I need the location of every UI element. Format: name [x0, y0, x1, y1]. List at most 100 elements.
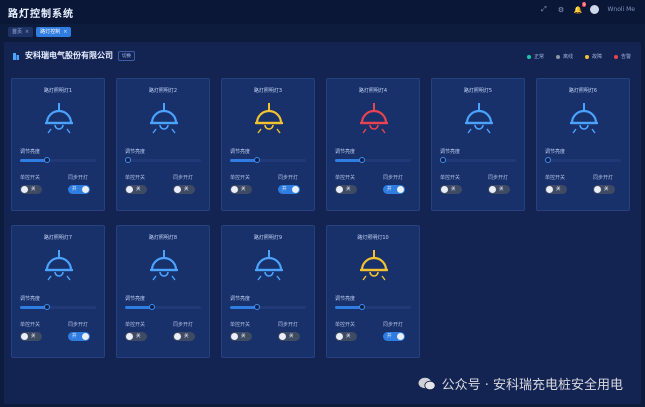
sync-switch-toggle[interactable]: 开	[383, 185, 405, 194]
toggle-text: 关	[346, 187, 351, 192]
sync-switch-toggle[interactable]: 关	[488, 185, 510, 194]
sync-switch-label: 同步开灯	[383, 322, 404, 328]
slider-fill	[230, 306, 257, 309]
main-panel: 安科瑞电气股份有限公司 切换 正常 离线 故障 告警 路灯照明灯1 调节亮度 单控开…	[4, 42, 641, 404]
slider-knob[interactable]	[44, 157, 50, 163]
brightness-slider[interactable]	[125, 304, 201, 310]
toggle-knob	[174, 333, 181, 340]
switch-button[interactable]: 切换	[118, 50, 135, 61]
lamp-name: 路灯照明灯9	[253, 235, 283, 241]
sync-switch-toggle[interactable]: 关	[173, 185, 195, 194]
brightness-slider[interactable]	[335, 304, 411, 310]
slider-knob[interactable]	[359, 304, 365, 310]
close-icon[interactable]: ×	[63, 27, 67, 37]
legend-fault: 故障	[584, 53, 602, 60]
lamp-card: 路灯照明灯2 调节亮度 单控开关 同步开灯关 关	[116, 78, 210, 211]
building-icon	[12, 52, 20, 60]
lamp-card: 路灯照明灯3 调节亮度 单控开关 同步开灯关 开	[221, 78, 315, 211]
sync-switch-toggle[interactable]: 关	[278, 332, 300, 341]
toggle-text: 关	[556, 187, 561, 192]
single-switch-toggle[interactable]: 关	[545, 185, 567, 194]
lamp-name: 路灯照明灯7	[43, 235, 73, 241]
single-switch-label: 单控开关	[230, 175, 251, 181]
lamp-name: 路灯照明灯2	[148, 88, 178, 94]
sync-switch-label: 同步开灯	[68, 322, 89, 328]
avatar[interactable]	[590, 5, 600, 14]
lamp-name: 路灯照明灯4	[358, 88, 388, 94]
toggle-text: 开	[72, 187, 77, 192]
fullscreen-icon[interactable]: ⤢	[539, 5, 548, 14]
toggle-knob	[231, 186, 238, 193]
lamp-card: 路灯照明灯9 调节亮度单控开关 同步开灯关 关	[221, 225, 315, 358]
brightness-label: 调节亮度	[230, 296, 251, 302]
single-switch-toggle[interactable]: 关	[125, 185, 147, 194]
brightness-slider[interactable]	[440, 157, 516, 163]
lamp-name: 路灯照明灯5	[463, 88, 493, 94]
lamp-icon	[567, 101, 601, 135]
single-switch-label: 单控开关	[230, 322, 251, 328]
slider-knob[interactable]	[149, 304, 155, 310]
sync-switch-label: 同步开灯	[593, 175, 614, 181]
toggle-text: 开	[387, 334, 392, 339]
slider-knob[interactable]	[440, 157, 446, 163]
slider-knob[interactable]	[125, 157, 131, 163]
toggle-text: 关	[289, 334, 294, 339]
sync-switch-toggle[interactable]: 开	[383, 332, 405, 341]
toggle-knob	[546, 186, 553, 193]
single-switch-toggle[interactable]: 关	[335, 185, 357, 194]
lamp-card: 路灯照明灯8 调节亮度 单控开关 同步开灯关 关	[116, 225, 210, 358]
brightness-slider[interactable]	[230, 157, 306, 163]
toggle-text: 关	[136, 334, 141, 339]
sync-switch-label: 同步开灯	[278, 322, 299, 328]
toggle-text: 开	[72, 334, 77, 339]
toggle-text: 关	[184, 334, 189, 339]
toggle-text: 关	[31, 187, 36, 192]
company-name: 安科瑞电气股份有限公司	[25, 51, 113, 60]
lamp-icon	[42, 248, 76, 282]
single-switch-toggle[interactable]: 关	[335, 332, 357, 341]
slider-knob[interactable]	[545, 157, 551, 163]
sync-switch-toggle[interactable]: 关	[593, 185, 615, 194]
slider-knob[interactable]	[359, 157, 365, 163]
tab-home[interactable]: 首页 ×	[8, 27, 34, 37]
tab-streetlight-control[interactable]: 路灯控制 ×	[36, 27, 72, 37]
toggle-text: 关	[31, 334, 36, 339]
brightness-slider[interactable]	[230, 304, 306, 310]
lamp-icon	[42, 101, 76, 135]
brightness-slider[interactable]	[20, 157, 96, 163]
lamp-card: 路灯照明灯10 调节亮度 单控开关 同步开灯关 开	[326, 225, 420, 358]
slider-knob[interactable]	[254, 304, 260, 310]
sync-switch-toggle[interactable]: 开	[278, 185, 300, 194]
single-switch-toggle[interactable]: 关	[230, 332, 252, 341]
single-switch-toggle[interactable]: 关	[440, 185, 462, 194]
single-switch-toggle[interactable]: 关	[20, 332, 42, 341]
lamp-name: 路灯照明灯1	[43, 88, 73, 94]
lamp-icon	[252, 101, 286, 135]
slider-knob[interactable]	[44, 304, 50, 310]
notification-icon[interactable]: 🔔 9	[573, 2, 587, 14]
settings-icon[interactable]: ⚙	[556, 5, 565, 14]
toggle-knob	[231, 333, 238, 340]
toggle-knob	[336, 333, 343, 340]
close-icon[interactable]: ×	[25, 27, 29, 37]
lamp-name: 路灯照明灯8	[148, 235, 178, 241]
toggle-text: 关	[241, 334, 246, 339]
brightness-slider[interactable]	[545, 157, 621, 163]
brightness-slider[interactable]	[125, 157, 201, 163]
toggle-text: 关	[241, 187, 246, 192]
single-switch-toggle[interactable]: 关	[20, 185, 42, 194]
slider-fill	[230, 159, 257, 162]
sync-switch-toggle[interactable]: 关	[173, 332, 195, 341]
single-switch-toggle[interactable]: 关	[125, 332, 147, 341]
toggle-knob	[82, 333, 89, 340]
sync-switch-toggle[interactable]: 开	[68, 332, 90, 341]
single-switch-toggle[interactable]: 关	[230, 185, 252, 194]
sync-switch-toggle[interactable]: 开	[68, 185, 90, 194]
brightness-slider[interactable]	[335, 157, 411, 163]
brightness-slider[interactable]	[20, 304, 96, 310]
user-name[interactable]: Wnoli Me	[607, 6, 635, 13]
top-bar: 路灯控制系统 ⤢ ⚙ 🔔 9 Wnoli Me	[0, 0, 645, 24]
slider-knob[interactable]	[254, 157, 260, 163]
toggle-text: 开	[387, 187, 392, 192]
watermark-text: 公众号 · 安科瑞充电桩安全用电	[441, 378, 623, 393]
